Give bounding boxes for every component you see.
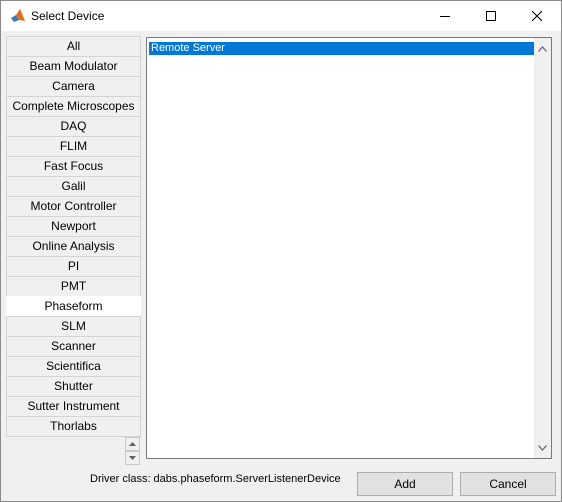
title-bar: Select Device (1, 1, 561, 31)
add-button[interactable]: Add (357, 472, 453, 496)
category-item-thorlabs[interactable]: Thorlabs (6, 416, 141, 437)
category-item-newport[interactable]: Newport (6, 216, 141, 237)
driver-class-label: Driver class: dabs.phaseform.ServerListe… (90, 473, 341, 485)
category-item-galil[interactable]: Galil (6, 176, 141, 197)
device-item-remote-server[interactable]: Remote Server (149, 42, 535, 55)
category-item-fast-focus[interactable]: Fast Focus (6, 156, 141, 177)
chevron-down-icon[interactable] (534, 439, 551, 456)
category-item-phaseform[interactable]: Phaseform (6, 296, 141, 317)
category-item-beam-modulator[interactable]: Beam Modulator (6, 56, 141, 77)
device-list-scrollbar[interactable] (534, 38, 551, 458)
category-item-camera[interactable]: Camera (6, 76, 141, 97)
maximize-button[interactable] (468, 1, 514, 31)
scroll-up-icon[interactable] (125, 437, 140, 451)
category-list: All Beam Modulator Camera Complete Microsco… (6, 36, 141, 437)
category-item-scanner[interactable]: Scanner (6, 336, 141, 357)
close-button[interactable] (514, 1, 560, 31)
category-item-daq[interactable]: DAQ (6, 116, 141, 137)
select-device-window: Select Device All Beam Modulator Camera Com… (0, 0, 562, 502)
matlab-icon (10, 8, 26, 24)
category-item-shutter[interactable]: Shutter (6, 376, 141, 397)
category-item-flim[interactable]: FLIM (6, 136, 141, 157)
cancel-button[interactable]: Cancel (460, 472, 556, 496)
device-list[interactable]: Remote Server (146, 37, 552, 459)
category-item-motor-controller[interactable]: Motor Controller (6, 196, 141, 217)
minimize-button[interactable] (422, 1, 468, 31)
chevron-up-icon[interactable] (534, 40, 551, 57)
category-scrollbar[interactable] (125, 437, 140, 465)
category-item-pmt[interactable]: PMT (6, 276, 141, 297)
category-item-pi[interactable]: PI (6, 256, 141, 277)
window-title: Select Device (31, 9, 105, 23)
category-item-all[interactable]: All (6, 36, 141, 57)
category-item-online-analysis[interactable]: Online Analysis (6, 236, 141, 257)
category-item-complete-microscopes[interactable]: Complete Microscopes (6, 96, 141, 117)
scroll-down-icon[interactable] (125, 451, 140, 465)
category-item-scientifica[interactable]: Scientifica (6, 356, 141, 377)
category-item-slm[interactable]: SLM (6, 316, 141, 337)
category-item-sutter-instrument[interactable]: Sutter Instrument (6, 396, 141, 417)
